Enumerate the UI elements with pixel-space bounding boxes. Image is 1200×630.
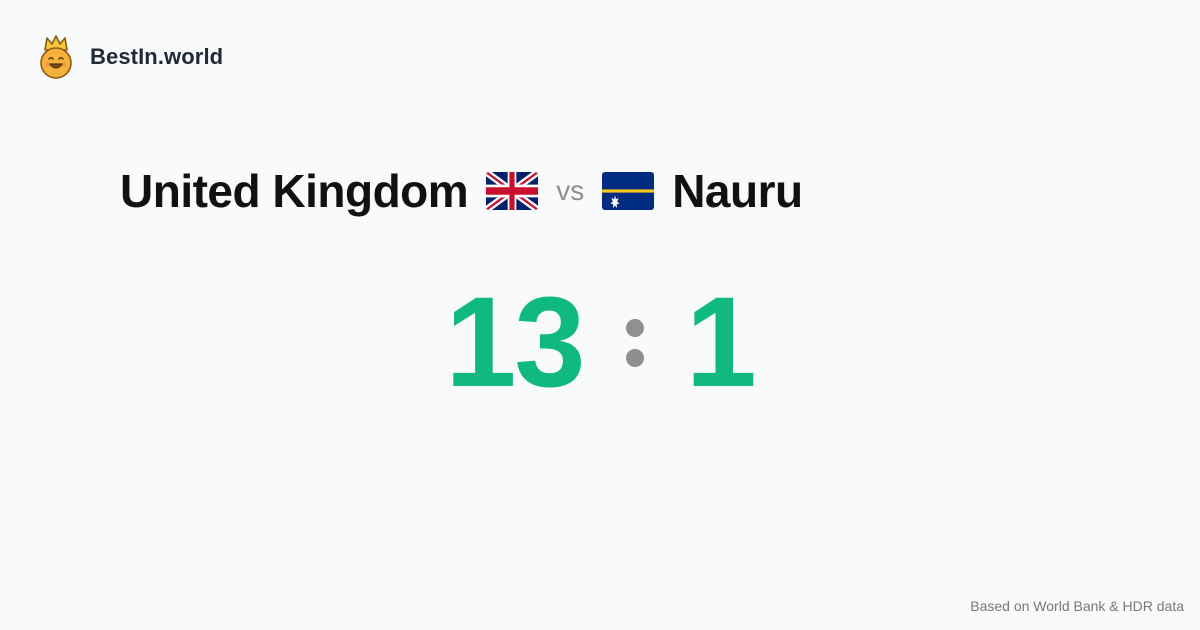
vs-label: vs [556, 175, 585, 206]
score-display: 13 1 [0, 271, 1200, 414]
left-country-name: United Kingdom [120, 165, 469, 217]
right-score: 1 [685, 271, 757, 414]
brand-name: BestIn.world [90, 44, 224, 69]
left-score: 13 [445, 271, 585, 414]
separator-dot-top [625, 319, 644, 337]
right-country-name: Nauru [672, 165, 803, 217]
uk-flag-icon [486, 172, 539, 210]
separator-dot-bottom [625, 349, 644, 367]
brand[interactable]: BestIn.world [38, 34, 223, 80]
score-separator [625, 319, 644, 367]
country-matchup: United Kingdom vs Nauru [120, 160, 803, 222]
data-source-note: Based on World Bank & HDR data [970, 598, 1184, 614]
crowned-smiley-logo-icon [40, 35, 72, 79]
nauru-flag-icon [602, 172, 655, 210]
